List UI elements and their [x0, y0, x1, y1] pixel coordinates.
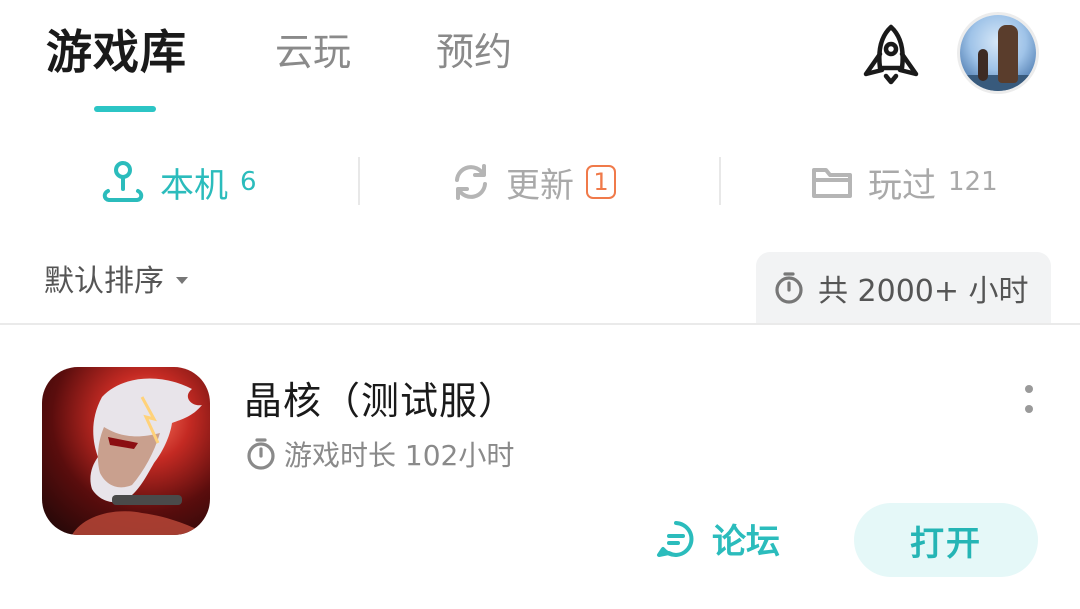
- segment-local[interactable]: 本机 6: [100, 150, 257, 214]
- refresh-icon: [455, 164, 487, 200]
- stopwatch-icon: [775, 272, 803, 304]
- avatar[interactable]: [960, 15, 1036, 91]
- forum-button[interactable]: 论坛: [656, 514, 780, 563]
- joystick-icon: [102, 161, 144, 202]
- stopwatch-icon: [247, 438, 275, 470]
- open-button[interactable]: 打开: [854, 503, 1038, 577]
- update-count-badge: 1: [586, 165, 616, 199]
- forum-label: 论坛: [712, 522, 780, 562]
- active-tab-indicator: [94, 106, 156, 112]
- game-playtime: 游戏时长 102小时: [246, 434, 514, 474]
- segment-divider: [719, 157, 721, 205]
- tab-cloud-play[interactable]: 云玩: [275, 22, 351, 82]
- sort-dropdown[interactable]: 默认排序: [44, 256, 188, 300]
- segment-local-label: 本机: [160, 165, 228, 206]
- total-hours-box: 共 2000+ 小时: [756, 252, 1051, 324]
- segment-update[interactable]: 更新 1: [450, 150, 616, 214]
- tab-reservations[interactable]: 预约: [436, 22, 512, 82]
- segment-divider: [358, 157, 360, 205]
- segment-local-count: 6: [240, 167, 257, 197]
- rocket-icon[interactable]: [858, 22, 924, 88]
- game-icon[interactable]: [42, 367, 210, 535]
- folder-icon: [812, 168, 852, 198]
- open-label: 打开: [910, 523, 982, 564]
- section-divider: [0, 323, 1080, 325]
- segment-played[interactable]: 玩过 121: [810, 150, 998, 214]
- total-hours-label: 共 2000+ 小时: [818, 274, 1029, 309]
- tab-game-library[interactable]: 游戏库: [46, 22, 187, 82]
- segment-played-count: 121: [948, 167, 998, 197]
- segment-played-label: 玩过: [868, 165, 936, 206]
- sort-label: 默认排序: [44, 264, 164, 299]
- chat-bubble-icon: [657, 520, 694, 557]
- caret-down-icon: [176, 276, 188, 284]
- more-options-icon[interactable]: [1014, 384, 1044, 418]
- game-title[interactable]: 晶核（测试服）: [244, 370, 517, 425]
- segment-update-label: 更新: [506, 165, 574, 206]
- game-playtime-label: 游戏时长 102小时: [284, 439, 515, 472]
